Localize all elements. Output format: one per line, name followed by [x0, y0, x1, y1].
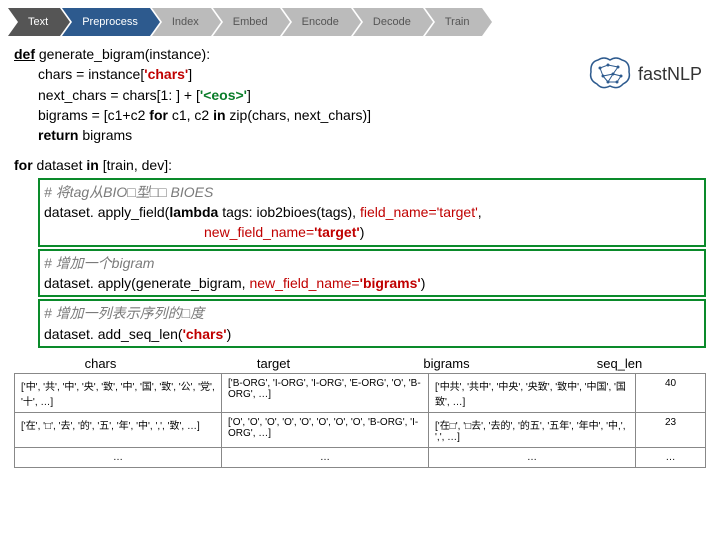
col-seqlen: seq_len: [533, 356, 706, 371]
step-embed: Embed: [213, 8, 280, 36]
col-chars: chars: [14, 356, 187, 371]
logo: fastNLP: [588, 56, 702, 92]
table-row: … … … …: [15, 447, 706, 467]
table-row: ['在', '□', '去', '的', '五', '年', '中', ',',…: [15, 412, 706, 447]
step-decode: Decode: [353, 8, 423, 36]
comment-box-2: # 增加一个bigram dataset. apply(generate_big…: [38, 249, 706, 298]
step-train: Train: [425, 8, 482, 36]
data-table: ['中', '共', '中', '央', '致', '中', '国', '致',…: [14, 373, 706, 468]
step-index: Index: [152, 8, 211, 36]
comment-box-1: # 将tag从BIO□型□□ BIOES dataset. apply_fiel…: [38, 178, 706, 247]
step-text: Text: [8, 8, 60, 36]
col-bigrams: bigrams: [360, 356, 533, 371]
step-preprocess: Preprocess: [62, 8, 150, 36]
table-row: ['中', '共', '中', '央', '致', '中', '国', '致',…: [15, 373, 706, 412]
logo-text: fastNLP: [638, 64, 702, 85]
brain-icon: [588, 56, 632, 92]
comment-box-3: # 增加一列表示序列的□度 dataset. add_seq_len('char…: [38, 299, 706, 348]
col-target: target: [187, 356, 360, 371]
table-headers: chars target bigrams seq_len: [14, 356, 706, 371]
step-encode: Encode: [282, 8, 351, 36]
pipeline-steps: Text Preprocess Index Embed Encode Decod…: [8, 8, 720, 40]
